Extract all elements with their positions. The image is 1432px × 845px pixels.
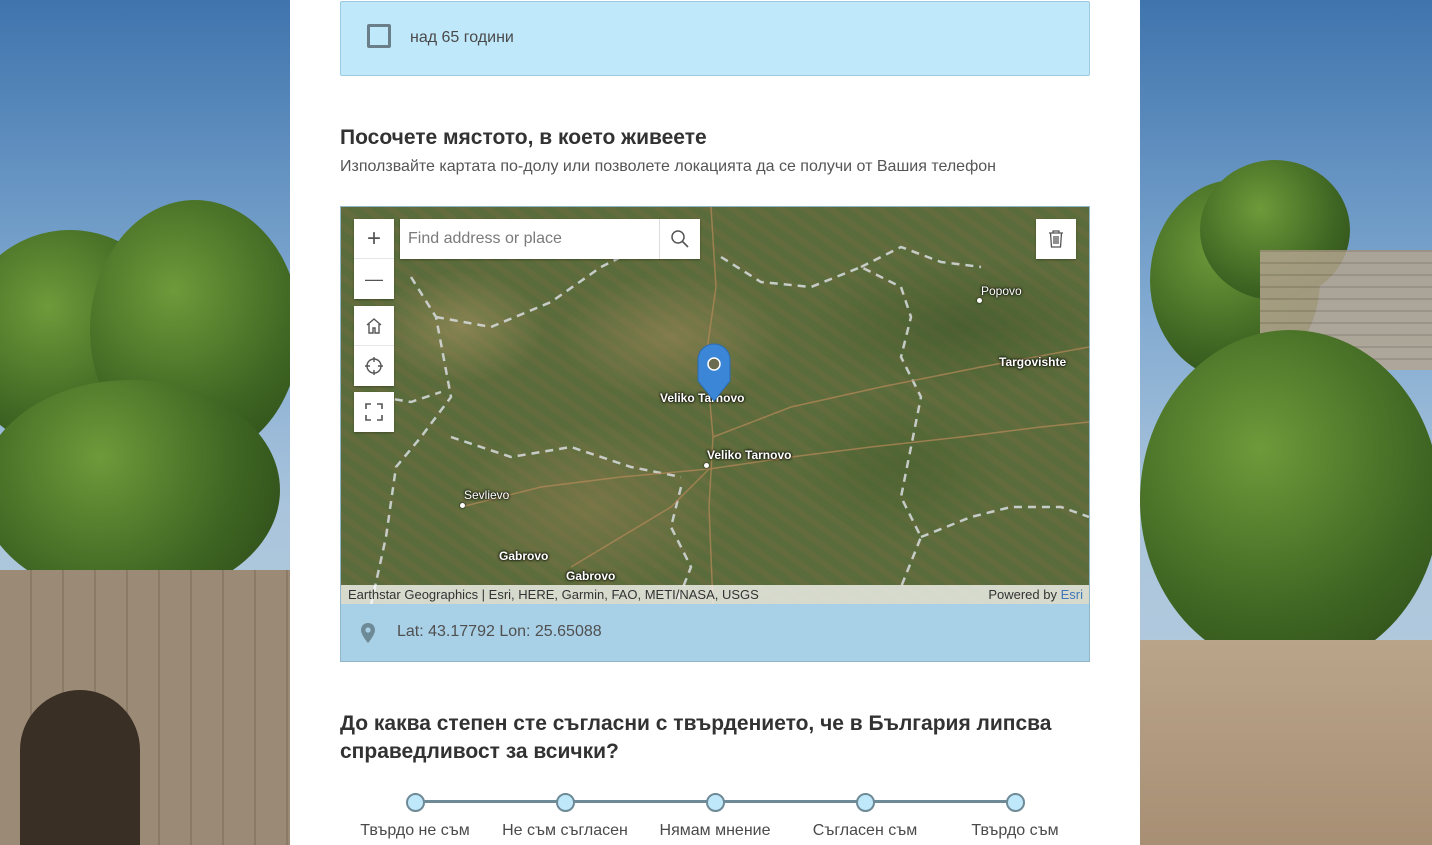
navigation-controls	[354, 306, 394, 386]
agreement-question-line-2: справедливост за всички?	[340, 740, 619, 763]
map-search	[400, 219, 700, 259]
map-label-popovo: Popovo	[981, 284, 1022, 298]
city-dot	[460, 503, 465, 508]
trash-icon	[1049, 230, 1063, 248]
map-marker-icon	[361, 623, 375, 643]
age-option-label: над 65 години	[410, 29, 514, 46]
likert-option-2[interactable]	[556, 793, 575, 812]
agreement-question-line-1: До каква степен сте съгласни с твърдение…	[340, 712, 1052, 735]
plus-icon: +	[366, 224, 381, 252]
age-option-card[interactable]: над 65 години	[340, 1, 1090, 76]
map-label-veliko-tarnovo-city: Veliko Tarnovo	[707, 448, 792, 462]
home-icon	[366, 317, 382, 334]
location-map[interactable]: Popovo Targovishte Veliko Tarnovo Veliko…	[340, 206, 1090, 606]
fortress-wall-right	[1140, 640, 1432, 845]
map-label-targovishte: Targovishte	[999, 355, 1067, 369]
clear-location-button[interactable]	[1036, 219, 1076, 259]
likert-label-4: Съгласен съм	[812, 822, 918, 839]
zoom-in-button[interactable]: +	[354, 219, 394, 259]
map-label-gabrovo-city: Gabrovo	[566, 569, 616, 583]
fullscreen-control	[354, 392, 394, 432]
crosshair-icon	[365, 357, 383, 375]
map-attribution: Earthstar Geographics | Esri, HERE, Garm…	[341, 585, 1089, 605]
survey-form: над 65 години Посочете мястото, в което …	[290, 0, 1140, 845]
coordinates-bar: Lat: 43.17792 Lon: 25.65088	[340, 604, 1090, 662]
likert-option-5[interactable]	[1006, 793, 1025, 812]
likert-option-3[interactable]	[706, 793, 725, 812]
coordinates-text: Lat: 43.17792 Lon: 25.65088	[397, 623, 602, 640]
tree	[1140, 330, 1432, 670]
zoom-out-button[interactable]: —	[354, 259, 394, 299]
minus-icon: —	[365, 268, 383, 289]
locate-button[interactable]	[354, 346, 394, 386]
likert-option-4[interactable]	[856, 793, 875, 812]
map-label-gabrovo-municipality: Gabrovo	[499, 549, 549, 563]
fullscreen-button[interactable]	[354, 392, 394, 432]
map-label-sevlievo: Sevlievo	[464, 488, 510, 502]
fullscreen-icon	[365, 403, 383, 421]
search-button[interactable]	[659, 219, 700, 259]
agreement-question-title: До каква степен сте съгласни с твърдение…	[340, 710, 1051, 766]
powered-by-label: Powered by	[988, 587, 1057, 602]
home-button[interactable]	[354, 306, 394, 346]
zoom-controls: + —	[354, 219, 394, 299]
esri-link[interactable]: Esri	[1061, 587, 1083, 602]
likert-option-1[interactable]	[406, 793, 425, 812]
likert-label-1: Твърдо не съм	[360, 822, 470, 839]
location-question-title: Посочете мястото, в което живеете	[340, 126, 707, 149]
map-boundaries	[369, 207, 1089, 605]
likert-label-3: Нямам мнение	[659, 822, 771, 839]
age-over-65-checkbox[interactable]	[367, 24, 391, 48]
search-icon	[671, 230, 689, 248]
likert-label-2: Не съм съгласен	[502, 822, 628, 839]
city-dot	[977, 298, 982, 303]
city-dot	[704, 463, 709, 468]
likert-label-5: Твърдо съм	[971, 822, 1059, 839]
address-search-input[interactable]	[400, 219, 659, 259]
location-question-description: Използвайте картата по-долу или позволет…	[340, 158, 996, 175]
powered-by: Powered by Esri	[988, 585, 1083, 605]
location-pin-icon[interactable]	[697, 343, 731, 403]
stone-arch	[20, 690, 140, 845]
attribution-text: Earthstar Geographics | Esri, HERE, Garm…	[348, 587, 759, 602]
